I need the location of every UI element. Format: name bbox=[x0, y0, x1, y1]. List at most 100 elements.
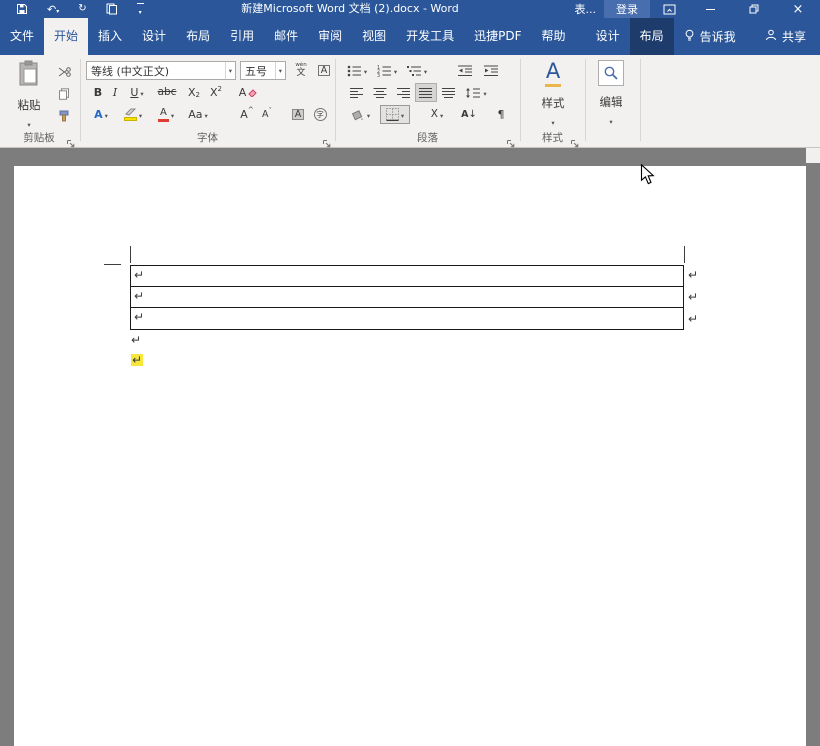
editing-button[interactable]: 编辑 bbox=[588, 60, 634, 127]
paste-button[interactable]: 粘贴 bbox=[6, 60, 52, 130]
chevron-down-icon[interactable] bbox=[275, 62, 285, 79]
italic-button[interactable]: I bbox=[108, 83, 122, 102]
multilevel-list-icon bbox=[407, 65, 422, 77]
change-case-button[interactable]: Aa bbox=[184, 105, 212, 124]
tab-layout[interactable]: 布局 bbox=[176, 18, 220, 55]
ribbon-display-options-icon[interactable] bbox=[650, 0, 688, 18]
grow-font-button[interactable]: A^ bbox=[238, 105, 256, 124]
sort-button[interactable]: A↓ bbox=[456, 105, 482, 124]
bold-button[interactable]: B bbox=[90, 83, 106, 102]
bullet-list-icon bbox=[347, 65, 362, 77]
search-icon[interactable] bbox=[598, 60, 624, 86]
asian-layout-button[interactable]: X bbox=[424, 105, 450, 124]
font-size-combo[interactable]: 五号 bbox=[240, 61, 286, 80]
end-of-row-mark: ↵ bbox=[688, 269, 698, 281]
window-title: 新建Microsoft Word 文档 (2).docx - Word bbox=[170, 0, 530, 18]
format-painter-button[interactable] bbox=[52, 106, 76, 125]
subscript-button[interactable]: X2 bbox=[184, 83, 204, 102]
scrollbar-top[interactable] bbox=[806, 148, 820, 163]
copy-icon bbox=[58, 88, 70, 100]
redo-icon[interactable] bbox=[78, 4, 86, 14]
font-name-combo[interactable]: 等线 (中文正文) bbox=[86, 61, 236, 80]
tab-mailings[interactable]: 邮件 bbox=[264, 18, 308, 55]
borders-button[interactable] bbox=[380, 105, 410, 124]
tab-pdf[interactable]: 迅捷PDF bbox=[464, 18, 531, 55]
ribbon-tab-row: 文件 开始 插入 设计 布局 引用 邮件 审阅 视图 开发工具 迅捷PDF 帮助… bbox=[0, 18, 820, 55]
minimize-button[interactable] bbox=[688, 0, 732, 18]
tell-me-button[interactable]: 告诉我 bbox=[674, 18, 746, 55]
paragraph-mark: ↵ bbox=[134, 269, 144, 281]
align-left-button[interactable] bbox=[346, 83, 368, 102]
tab-review[interactable]: 审阅 bbox=[308, 18, 352, 55]
line-spacing-button[interactable] bbox=[461, 83, 491, 102]
copy-button[interactable] bbox=[52, 84, 76, 103]
lightbulb-icon bbox=[684, 29, 695, 45]
clear-formatting-button[interactable]: A bbox=[234, 83, 262, 102]
tab-developer[interactable]: 开发工具 bbox=[396, 18, 464, 55]
font-dialog-launcher[interactable] bbox=[322, 134, 333, 145]
tab-design[interactable]: 设计 bbox=[132, 18, 176, 55]
close-button[interactable] bbox=[776, 0, 820, 18]
title-bar: 新建Microsoft Word 文档 (2).docx - Word 表...… bbox=[0, 0, 820, 18]
cut-button[interactable] bbox=[52, 62, 76, 81]
shrink-font-button[interactable]: Aˇ bbox=[258, 105, 276, 124]
table-row[interactable]: ↵ bbox=[131, 266, 683, 287]
character-shading-button[interactable]: A bbox=[288, 105, 308, 124]
highlighted-paragraph-mark: ↵ bbox=[131, 354, 143, 366]
tab-file[interactable]: 文件 bbox=[0, 18, 44, 55]
touch-mode-icon[interactable] bbox=[106, 3, 118, 15]
increase-indent-button[interactable] bbox=[480, 61, 502, 80]
table-row[interactable]: ↵ bbox=[131, 287, 683, 308]
line-spacing-icon bbox=[465, 87, 481, 99]
distribute-button[interactable] bbox=[438, 83, 460, 102]
chevron-down-icon[interactable] bbox=[225, 62, 235, 79]
tab-insert[interactable]: 插入 bbox=[88, 18, 132, 55]
paragraph-group-label: 段落 bbox=[335, 130, 520, 145]
underline-button[interactable]: U bbox=[124, 83, 150, 102]
sign-in-button[interactable]: 登录 bbox=[604, 0, 650, 18]
tab-view[interactable]: 视图 bbox=[352, 18, 396, 55]
phonetic-guide-button[interactable]: wén文 bbox=[290, 61, 312, 80]
multilevel-list-button[interactable] bbox=[404, 61, 430, 80]
borders-grid-icon bbox=[386, 108, 399, 121]
numbering-button[interactable]: 123 bbox=[374, 61, 400, 80]
align-right-button[interactable] bbox=[392, 83, 414, 102]
tab-table-layout[interactable]: 布局 bbox=[630, 18, 674, 55]
restore-button[interactable] bbox=[732, 0, 776, 18]
font-color-button[interactable]: A bbox=[152, 105, 180, 124]
align-center-button[interactable] bbox=[369, 83, 391, 102]
paragraph-dialog-launcher[interactable] bbox=[506, 134, 517, 145]
undo-icon[interactable] bbox=[47, 4, 59, 15]
styles-button[interactable]: A 样式 bbox=[528, 60, 578, 128]
styles-dialog-launcher[interactable] bbox=[570, 134, 581, 145]
justify-button[interactable] bbox=[415, 83, 437, 102]
enclose-characters-button[interactable]: 字 bbox=[310, 105, 330, 124]
tab-table-design[interactable]: 设计 bbox=[586, 18, 630, 55]
tab-help[interactable]: 帮助 bbox=[532, 18, 576, 55]
indent-icon bbox=[484, 65, 499, 77]
clipboard-dialog-launcher[interactable] bbox=[66, 134, 77, 145]
character-border-button[interactable]: A bbox=[314, 61, 334, 80]
customize-qat-icon[interactable] bbox=[137, 3, 144, 16]
bullets-button[interactable] bbox=[344, 61, 370, 80]
shading-button[interactable] bbox=[346, 105, 374, 124]
document-page[interactable] bbox=[14, 166, 806, 746]
share-button[interactable]: 共享 bbox=[755, 18, 816, 55]
save-icon[interactable] bbox=[16, 3, 28, 15]
align-center-icon bbox=[373, 87, 387, 99]
decrease-indent-button[interactable] bbox=[454, 61, 476, 80]
superscript-button[interactable]: X2 bbox=[206, 83, 226, 102]
text-effects-button[interactable]: A bbox=[88, 105, 114, 124]
document-table[interactable]: ↵ ↵ ↵ bbox=[130, 265, 684, 330]
strikethrough-button[interactable]: abc bbox=[154, 83, 180, 102]
show-hide-marks-button[interactable]: ¶ bbox=[490, 105, 512, 124]
tab-references[interactable]: 引用 bbox=[220, 18, 264, 55]
outdent-icon bbox=[458, 65, 473, 77]
highlighter-icon bbox=[124, 108, 137, 116]
tab-home[interactable]: 开始 bbox=[44, 18, 88, 55]
font-group-label: 字体 bbox=[80, 130, 335, 145]
align-left-icon bbox=[350, 87, 364, 99]
highlight-color-button[interactable] bbox=[118, 105, 148, 124]
table-row[interactable]: ↵ bbox=[131, 308, 683, 329]
document-area[interactable]: ↵ ↵ ↵ ↵ ↵ ↵ ↵ ↵ bbox=[0, 148, 820, 746]
